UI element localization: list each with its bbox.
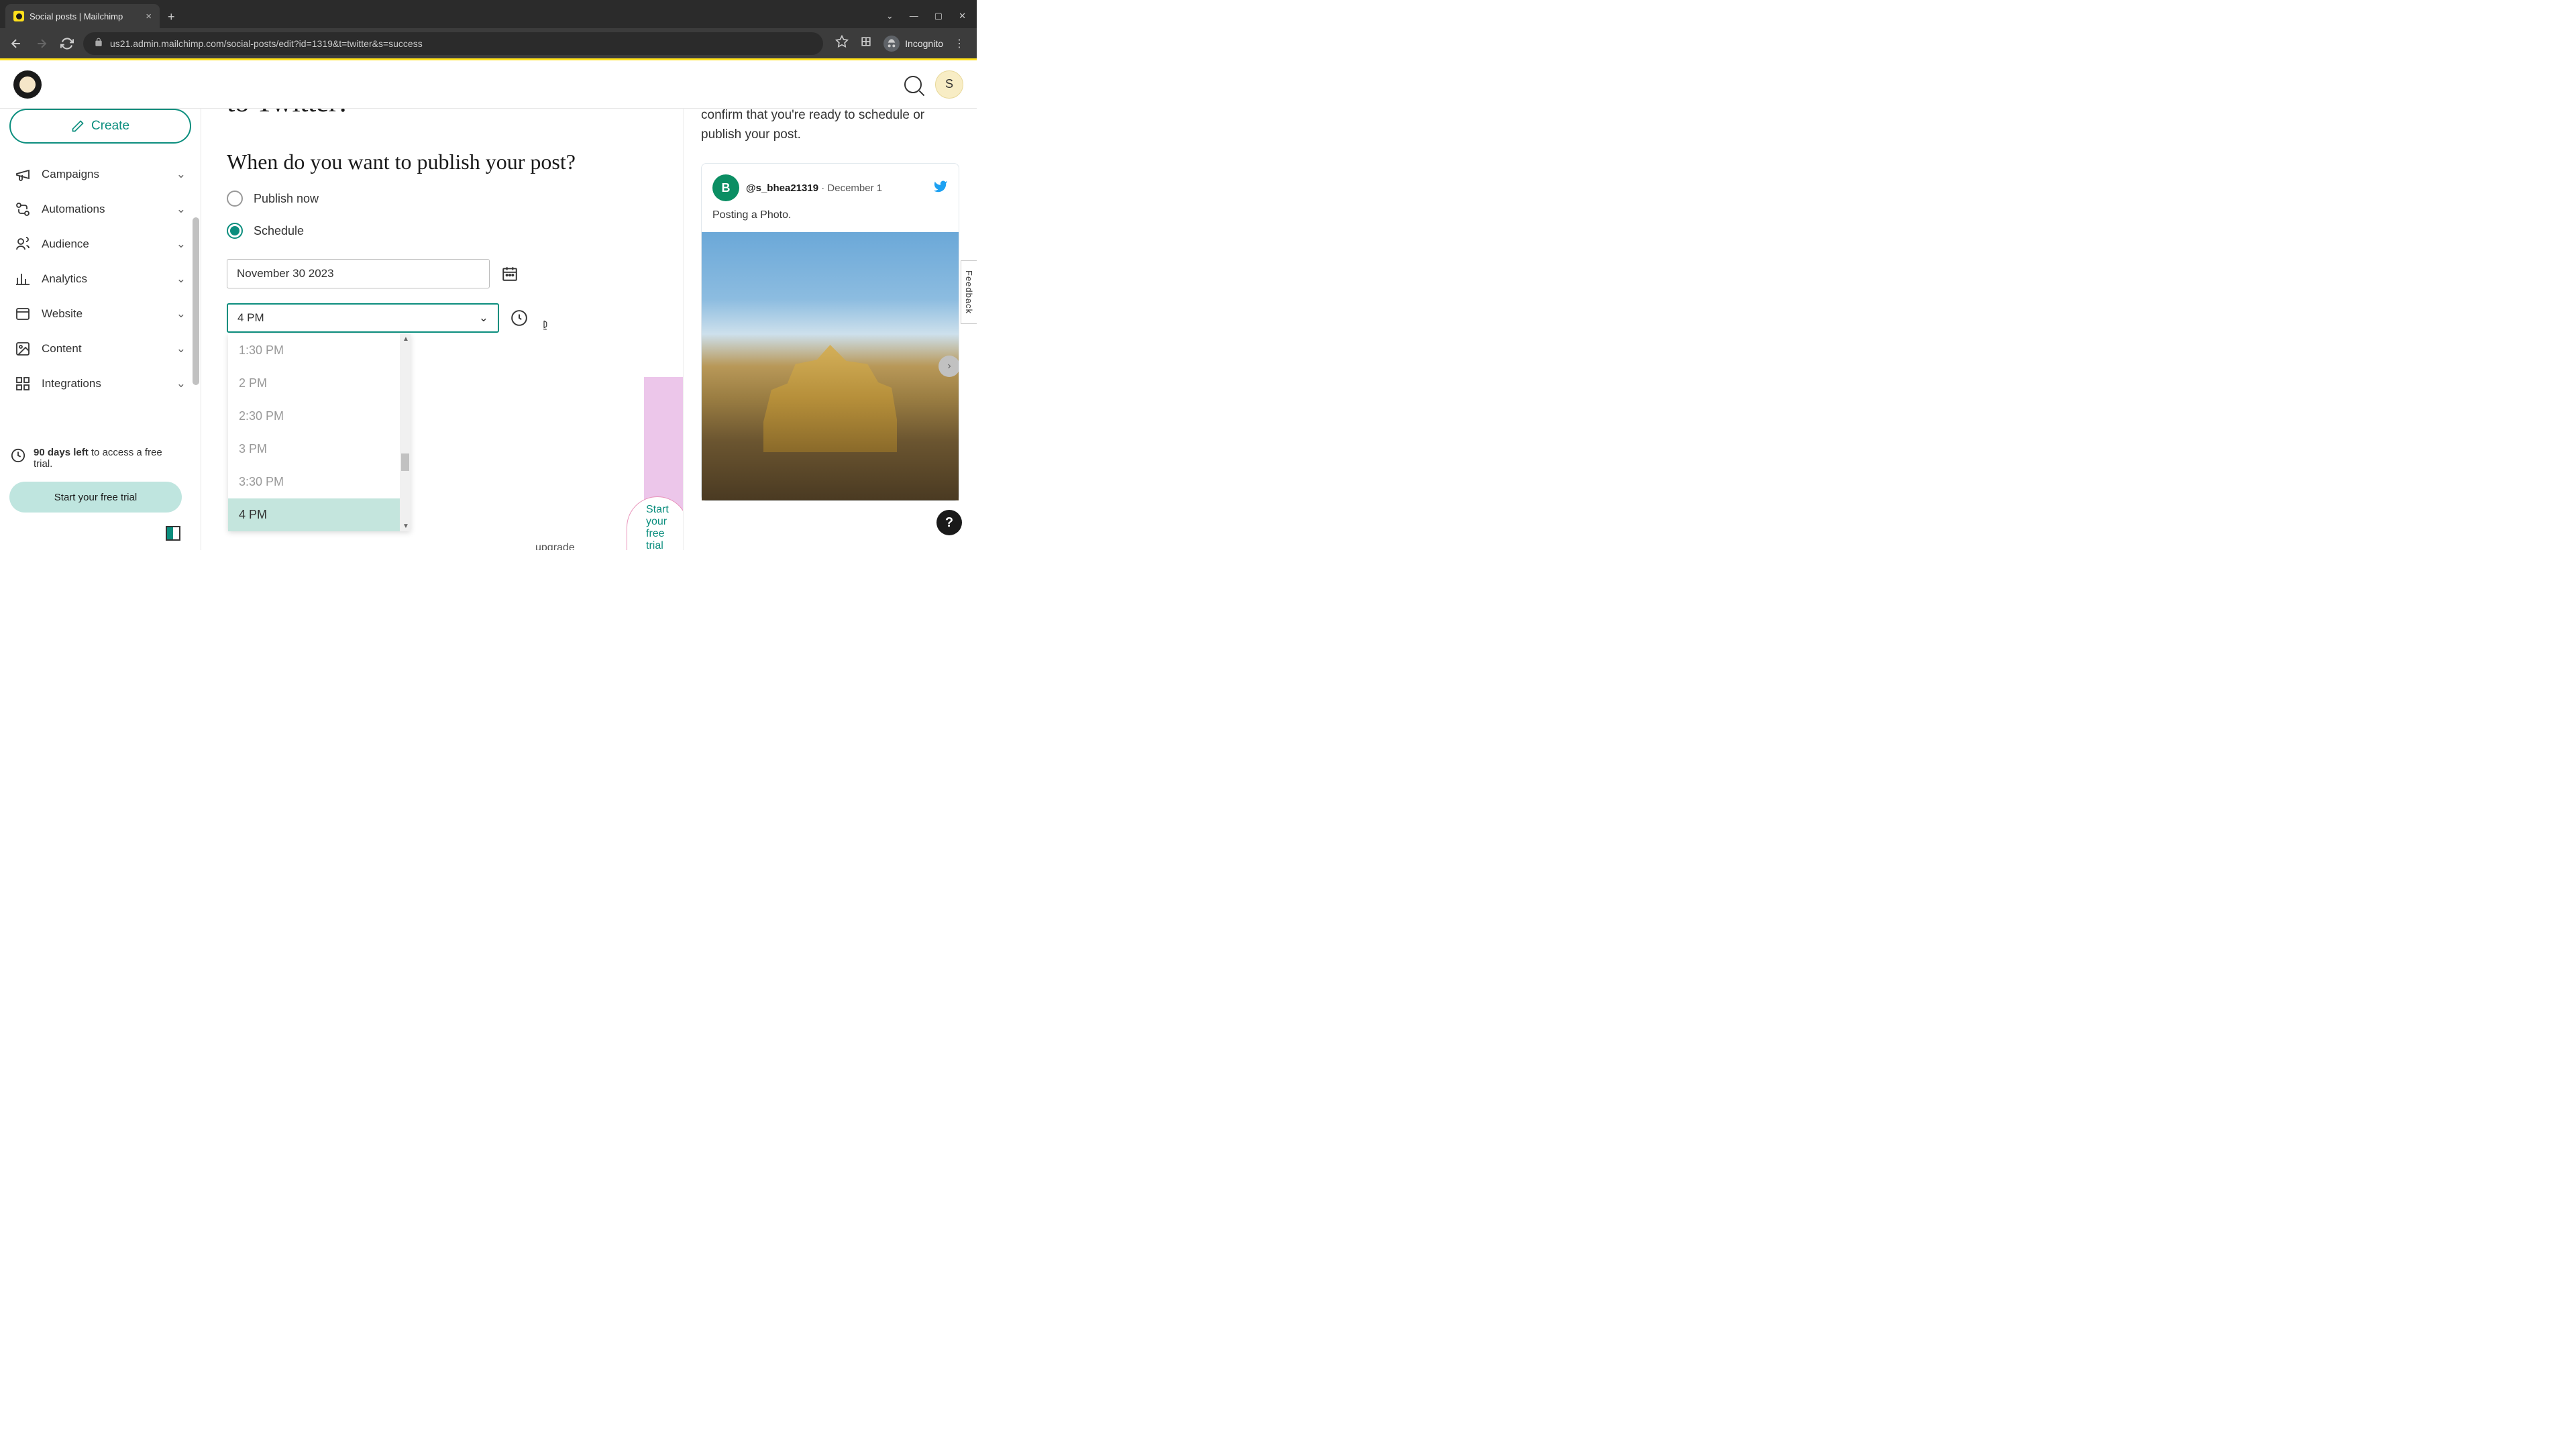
create-button[interactable]: Create — [9, 109, 191, 144]
help-button[interactable]: ? — [936, 510, 962, 535]
chevron-down-icon[interactable]: ⌄ — [886, 11, 894, 21]
browser-tab[interactable]: Social posts | Mailchimp × — [5, 4, 160, 28]
main-content: to Twitter! When do you want to publish … — [201, 109, 683, 550]
radio-icon — [227, 191, 243, 207]
chevron-down-icon: ⌄ — [479, 311, 488, 325]
sidebar-item-content[interactable]: Content ⌄ — [9, 331, 191, 366]
time-option-selected[interactable]: 4 PM — [228, 498, 411, 531]
start-trial-pill-peek[interactable]: Start your free trial — [627, 496, 683, 550]
chevron-down-icon: ⌄ — [176, 203, 186, 216]
chevron-down-icon: ⌄ — [176, 237, 186, 251]
upgrade-text-peek: upgrade — [535, 542, 575, 550]
maximize-icon[interactable]: ▢ — [934, 11, 943, 21]
lock-icon — [94, 38, 103, 49]
window-icon — [15, 306, 31, 322]
chevron-down-icon: ⌄ — [176, 272, 186, 286]
time-option[interactable]: 1:30 PM — [228, 334, 411, 367]
date-input[interactable]: November 30 2023 — [227, 259, 490, 288]
chevron-down-icon: ⌄ — [176, 342, 186, 356]
image-next-icon[interactable]: › — [938, 356, 959, 377]
app-header: S — [0, 60, 977, 109]
sidebar-item-website[interactable]: Website ⌄ — [9, 297, 191, 331]
reload-button[interactable] — [58, 34, 76, 53]
preview-instruction: confirm that you're ready to schedule or… — [701, 109, 959, 144]
bar-chart-icon — [15, 271, 31, 287]
browser-tab-strip: Social posts | Mailchimp × + ⌄ ― ▢ ✕ — [0, 0, 977, 28]
close-tab-icon[interactable]: × — [146, 11, 152, 22]
twitter-icon — [933, 179, 948, 197]
sidebar-item-audience[interactable]: Audience ⌄ — [9, 227, 191, 262]
tweet-avatar: B — [712, 174, 739, 201]
trial-text: 90 days left to access a free trial. — [34, 447, 180, 470]
time-select[interactable]: 4 PM ⌄ 1:30 PM 2 PM 2:30 PM 3 PM 3:30 PM… — [227, 303, 499, 333]
window-controls: ⌄ ― ▢ ✕ — [875, 11, 977, 28]
scroll-up-icon[interactable]: ▲ — [402, 335, 409, 343]
sidebar-item-integrations[interactable]: Integrations ⌄ — [9, 366, 191, 401]
extensions-icon[interactable] — [859, 35, 873, 52]
kebab-menu-icon[interactable]: ⋮ — [954, 37, 965, 50]
back-button[interactable] — [7, 34, 25, 53]
favicon-icon — [13, 11, 24, 21]
sidebar-item-analytics[interactable]: Analytics ⌄ — [9, 262, 191, 297]
tweet-image: › — [702, 232, 959, 500]
forward-button[interactable] — [32, 34, 51, 53]
incognito-label: Incognito — [905, 38, 943, 49]
tab-title: Social posts | Mailchimp — [30, 11, 123, 21]
url-text: us21.admin.mailchimp.com/social-posts/ed… — [110, 38, 423, 49]
users-icon — [15, 236, 31, 252]
radio-checked-icon — [227, 223, 243, 239]
calendar-icon[interactable] — [500, 264, 519, 283]
sidebar-item-campaigns[interactable]: Campaigns ⌄ — [9, 157, 191, 192]
publish-question: When do you want to publish your post? — [227, 150, 657, 174]
chevron-down-icon: ⌄ — [176, 168, 186, 181]
time-option[interactable]: 3 PM — [228, 433, 411, 466]
tweet-body: Posting a Photo. — [712, 209, 948, 221]
new-tab-button[interactable]: + — [160, 10, 183, 28]
radio-schedule[interactable]: Schedule — [227, 223, 657, 239]
time-option[interactable]: 2 PM — [228, 367, 411, 400]
clock-icon — [11, 448, 25, 463]
sidebar-scrollbar[interactable] — [191, 109, 201, 550]
page-heading-partial: to Twitter! — [227, 109, 657, 119]
mailchimp-logo-icon[interactable] — [13, 70, 42, 99]
sidebar: Create Campaigns ⌄ Automations ⌄ Audienc… — [0, 109, 201, 550]
minimize-icon[interactable]: ― — [910, 11, 918, 21]
tweet-preview-card: B @s_bhea21319 · December 1 Posting a Ph… — [701, 163, 959, 501]
user-avatar[interactable]: S — [935, 70, 963, 99]
image-icon — [15, 341, 31, 357]
address-bar: us21.admin.mailchimp.com/social-posts/ed… — [0, 28, 977, 60]
dropdown-scrollbar[interactable]: ▲ ▼ — [400, 334, 411, 531]
incognito-badge[interactable]: Incognito — [883, 36, 943, 52]
search-icon[interactable] — [904, 76, 922, 93]
grid-icon — [15, 376, 31, 392]
bookmark-icon[interactable] — [835, 35, 849, 52]
radio-publish-now[interactable]: Publish now — [227, 191, 657, 207]
tweet-handle: @s_bhea21319 · December 1 — [746, 182, 882, 194]
time-option[interactable]: 2:30 PM — [228, 400, 411, 433]
chevron-down-icon: ⌄ — [176, 377, 186, 390]
panel-toggle-icon[interactable] — [166, 526, 180, 541]
sidebar-item-automations[interactable]: Automations ⌄ — [9, 192, 191, 227]
flow-icon — [15, 201, 31, 217]
trial-promo: 90 days left to access a free trial. Sta… — [9, 444, 182, 513]
create-label: Create — [91, 119, 129, 133]
start-trial-button[interactable]: Start your free trial — [9, 482, 182, 513]
url-field[interactable]: us21.admin.mailchimp.com/social-posts/ed… — [83, 32, 823, 55]
clock-icon[interactable] — [510, 309, 529, 327]
time-dropdown: 1:30 PM 2 PM 2:30 PM 3 PM 3:30 PM 4 PM ▲… — [228, 334, 411, 531]
time-option[interactable]: 3:30 PM — [228, 466, 411, 498]
incognito-icon — [883, 36, 900, 52]
chevron-down-icon: ⌄ — [176, 307, 186, 321]
feedback-tab[interactable]: Feedback — [961, 260, 977, 324]
scroll-down-icon[interactable]: ▼ — [402, 523, 409, 530]
preview-panel: confirm that you're ready to schedule or… — [683, 109, 977, 550]
pencil-icon — [71, 119, 85, 133]
close-window-icon[interactable]: ✕ — [959, 11, 966, 21]
megaphone-icon — [15, 166, 31, 182]
